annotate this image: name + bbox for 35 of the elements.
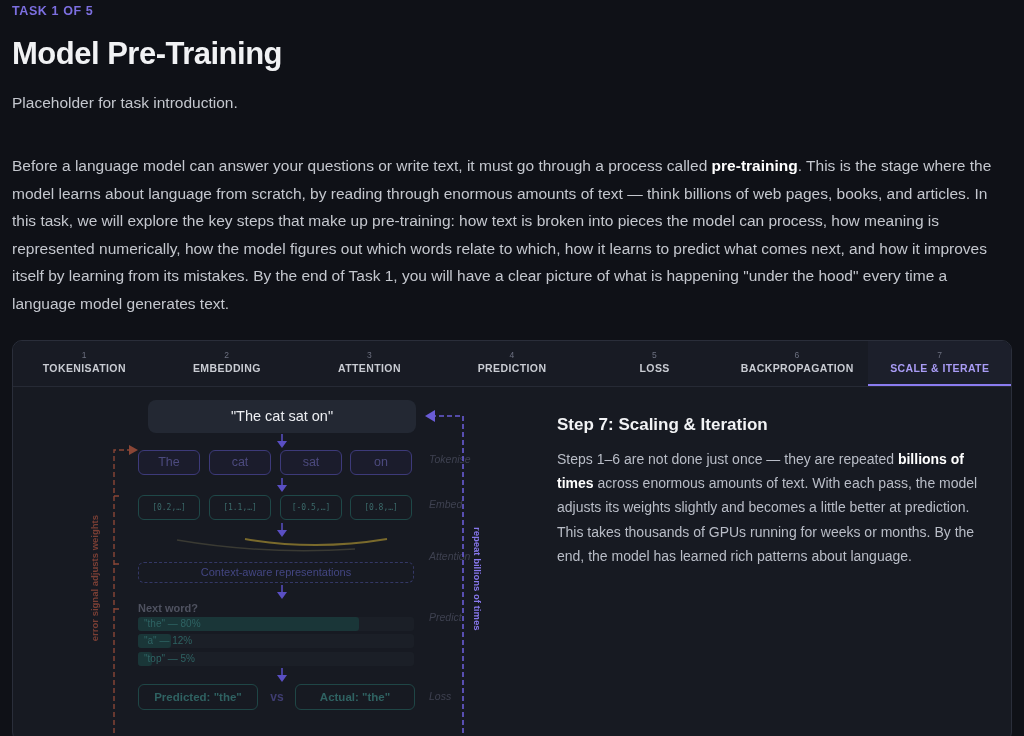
arrow-icon [276, 667, 288, 682]
step-tab[interactable]: 5 LOSS [583, 340, 726, 386]
versus-label: vs [269, 688, 285, 706]
step-tab[interactable]: 6 BACKPROPAGATION [725, 340, 869, 386]
step-tab[interactable]: 1 TOKENISATION [13, 340, 156, 386]
token-box: on [350, 449, 412, 475]
next-word-label: Next word? [138, 601, 198, 614]
embedding-box: [0.2,…] [138, 494, 200, 520]
error-label: error signal adjusts weights [89, 514, 100, 641]
step-tab[interactable]: 7 SCALE & ITERATE [868, 340, 1011, 386]
token-box: sat [280, 449, 342, 475]
embedding-box: [1.1,…] [209, 494, 271, 520]
probability-label: "top" — 5% [144, 652, 195, 664]
step-tab[interactable]: 2 EMBEDDING [155, 340, 299, 386]
step-heading: Step 7: Scaling & Iteration [557, 414, 769, 435]
arrow-icon [276, 477, 288, 492]
actual-box: Actual: "the" [295, 683, 415, 710]
repeat-label: repeat billions of times [473, 526, 484, 631]
embedding-box: [0.8,…] [350, 494, 412, 520]
step-description: Steps 1–6 are not done just once — they are repeated billions of times across enormous amounts of text. With each pass, the model adjusts its weights slightly and becomes a little better at prediction. This takes thousands of GPUs running for weeks or months. By the end, the model has learned rich patterns about language. [557, 449, 979, 567]
arrow-icon [276, 522, 288, 537]
intro-text: Placeholder for task introduction. [12, 94, 239, 112]
sentence-box: "The cat sat on" [148, 399, 416, 433]
step-tab[interactable]: 3 ATTENTION [298, 340, 441, 386]
arrow-icon [276, 584, 288, 599]
page-title: Model Pre-Training [12, 36, 284, 72]
predicted-box: Predicted: "the" [138, 683, 258, 710]
body-paragraph: Before a language model can answer your questions or write text, it must go through a process called pre-training. This is the stage where the model learns about language from scratch, by reading through enormous amounts of text — think billions of web pages, books, and articles. In this task, we will explore the key steps that make up pre-training: how text is broken into pieces the model can process, how meaning is represented numerically, how the model figures out which words relate to which, how it learns to predict what comes next, and how it improves itself by learning from its mistakes. By the end of Task 1, you will have a clear picture of what is happening "under the hood" every time a language model generates text. [12, 156, 993, 314]
context-box: Context-aware representations [138, 561, 414, 583]
arrow-icon [276, 433, 288, 448]
token-box: The [138, 449, 200, 475]
task-counter: TASK 1 OF 5 [12, 4, 95, 18]
embedding-box: [-0.5,…] [280, 494, 342, 520]
step-tab[interactable]: 4 PREDICTION [440, 340, 584, 386]
token-box: cat [209, 449, 271, 475]
